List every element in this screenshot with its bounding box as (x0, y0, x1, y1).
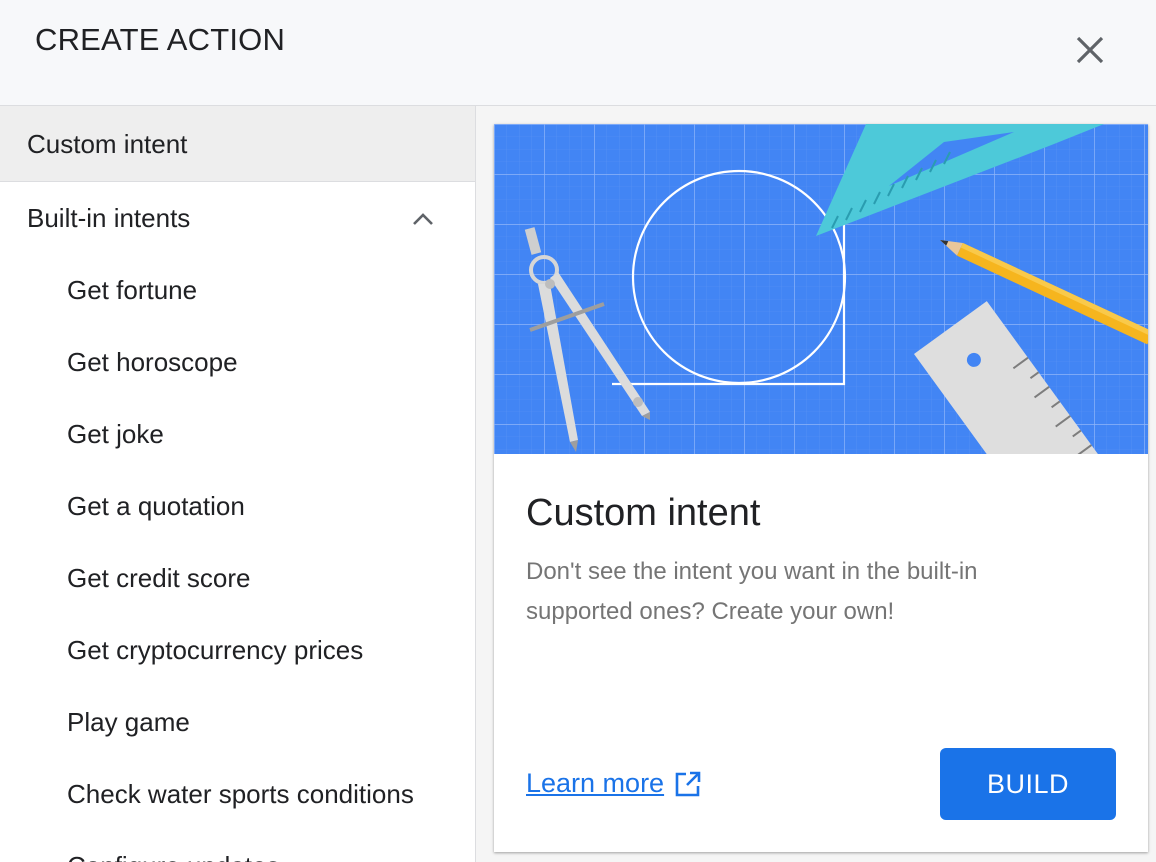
card-title: Custom intent (526, 492, 761, 534)
sidebar-item-label: Play game (67, 707, 190, 737)
chevron-up-icon[interactable] (410, 182, 436, 254)
blueprint-tools-illustration (494, 124, 1148, 454)
sidebar-item-label: Custom intent (27, 129, 188, 159)
sidebar-item-label: Get horoscope (67, 347, 238, 377)
sidebar-item-get-credit-score[interactable]: Get credit score (0, 542, 475, 614)
sidebar-item-label: Get fortune (67, 275, 198, 305)
sidebar-item-check-water-sports-conditions[interactable]: Check water sports conditions (0, 758, 475, 830)
card-description: Don't see the intent you want in the bui… (526, 558, 978, 625)
learn-more-link[interactable]: Learn more (526, 768, 702, 799)
sidebar-item-label: Get cryptocurrency prices (67, 635, 364, 665)
close-button[interactable] (1066, 26, 1114, 74)
sidebar-item-configure-updates[interactable]: Configure updates (0, 830, 475, 862)
sidebar-item-get-a-quotation[interactable]: Get a quotation (0, 470, 475, 542)
intent-sidebar: Custom intent Built-in intents Get fortu… (0, 106, 476, 862)
create-action-dialog: CREATE ACTION Custom intent Built-in int… (0, 0, 1156, 862)
sidebar-item-play-game[interactable]: Play game (0, 686, 475, 758)
sidebar-group-label: Built-in intents (27, 203, 191, 233)
sidebar-item-custom-intent[interactable]: Custom intent (0, 106, 475, 182)
sidebar-group-built-in-intents[interactable]: Built-in intents (0, 182, 475, 254)
sidebar-item-label: Configure updates (67, 851, 279, 862)
dialog-title: CREATE ACTION (35, 22, 286, 57)
sidebar-item-get-horoscope[interactable]: Get horoscope (0, 326, 475, 398)
sidebar-item-label: Get credit score (67, 563, 251, 593)
sidebar-item-get-fortune[interactable]: Get fortune (0, 254, 475, 326)
sidebar-item-label: Get joke (67, 419, 164, 449)
sidebar-item-label: Check water sports conditions (67, 779, 414, 809)
custom-intent-card: Custom intent Don't see the intent you w… (494, 124, 1148, 852)
build-button[interactable]: BUILD (940, 748, 1116, 820)
sidebar-item-get-joke[interactable]: Get joke (0, 398, 475, 470)
close-icon (1076, 36, 1104, 64)
open-in-new-icon (675, 771, 701, 796)
detail-panel: Custom intent Don't see the intent you w… (476, 106, 1156, 862)
sidebar-item-get-cryptocurrency-prices[interactable]: Get cryptocurrency prices (0, 614, 475, 686)
learn-more-label: Learn more (526, 768, 665, 798)
dialog-header: CREATE ACTION (0, 0, 1156, 106)
sidebar-item-label: Get a quotation (67, 491, 245, 521)
